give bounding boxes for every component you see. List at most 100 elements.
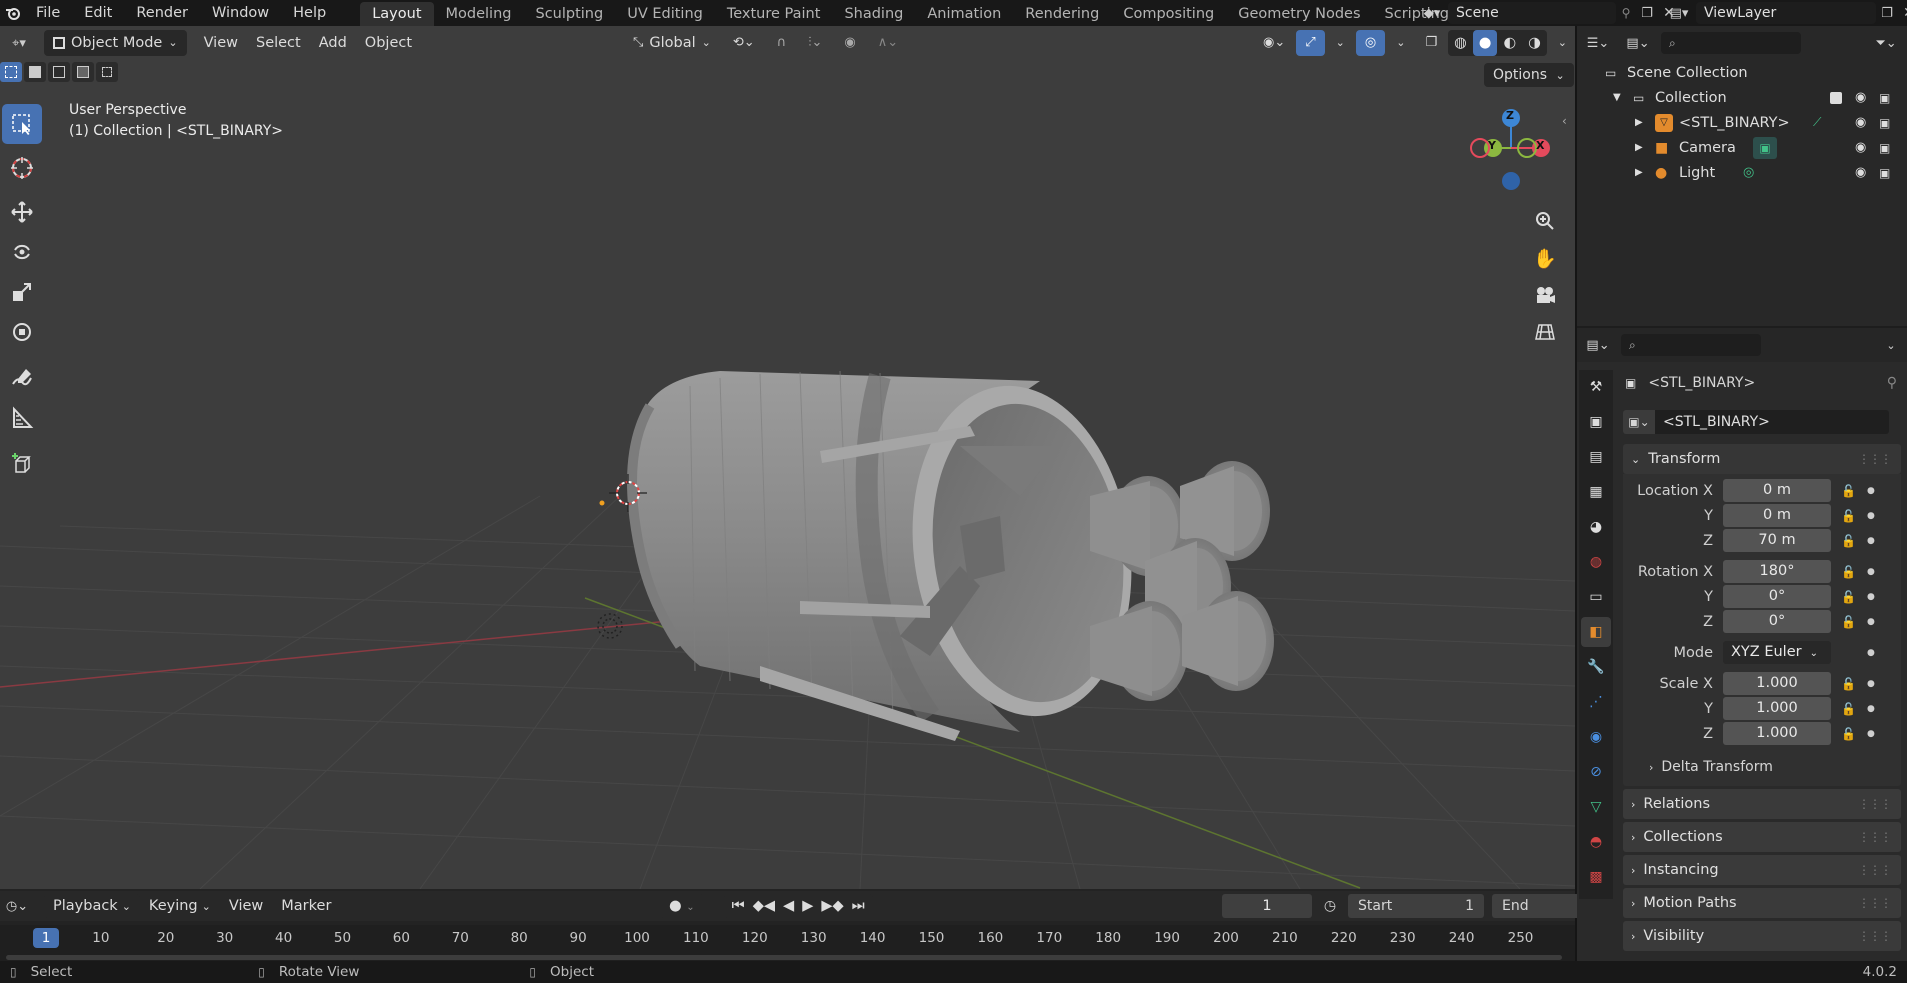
move-tool-icon[interactable] xyxy=(2,192,42,232)
scale-y-field[interactable]: 1.000 xyxy=(1723,697,1831,720)
options-dropdown[interactable]: Options ⌄ xyxy=(1484,63,1574,87)
pin-icon[interactable]: ⚲ xyxy=(1887,375,1897,391)
object-tab-icon[interactable]: ◧ xyxy=(1581,617,1611,647)
jump-start-icon[interactable]: ⏮ xyxy=(728,894,749,918)
menu-edit[interactable]: Edit xyxy=(72,0,124,26)
visibility-section-header[interactable]: › Visibility ⋮⋮⋮ xyxy=(1623,921,1901,951)
delete-view-layer-icon[interactable]: ✕ xyxy=(1898,5,1907,21)
render-camera-icon[interactable]: ▣ xyxy=(1879,91,1890,105)
select-new-icon[interactable] xyxy=(0,62,22,82)
menu-file[interactable]: File xyxy=(24,0,72,26)
tab-modeling[interactable]: Modeling xyxy=(434,2,524,26)
menu-add[interactable]: Add xyxy=(310,30,356,56)
camera-view-icon[interactable] xyxy=(1530,280,1560,310)
object-name-field[interactable]: <STL_BINARY> xyxy=(1655,410,1889,434)
drag-handle-icon[interactable]: ⋮⋮⋮ xyxy=(1858,797,1892,811)
menu-select[interactable]: Select xyxy=(247,30,310,56)
transform-tool-icon[interactable] xyxy=(2,312,42,352)
mesh-data-icon[interactable]: ⟋ xyxy=(1813,115,1821,130)
scene-collection-row[interactable]: ▭ Scene Collection xyxy=(1577,60,1907,85)
scene-tab-icon[interactable]: ◕ xyxy=(1581,512,1611,542)
overlays-menu-icon[interactable]: ⌄ xyxy=(1387,30,1414,56)
exclude-checkbox[interactable] xyxy=(1830,91,1842,104)
zoom-view-icon[interactable] xyxy=(1530,206,1560,236)
rotation-z-field[interactable]: 0° xyxy=(1723,610,1831,633)
proportional-falloff-icon[interactable]: ∧⌄ xyxy=(869,30,907,56)
lock-icon[interactable]: 🔓 xyxy=(1841,702,1859,716)
particles-tab-icon[interactable]: ⋰ xyxy=(1581,687,1611,717)
rotation-mode-dropdown[interactable]: XYZ Euler ⌄ xyxy=(1723,641,1831,664)
timeline-view-menu[interactable]: View xyxy=(220,893,272,919)
timeline-editor-type-icon[interactable]: ◷⌄ xyxy=(0,899,34,914)
tab-texture-paint[interactable]: Texture Paint xyxy=(715,2,833,26)
physics-tab-icon[interactable]: ◉ xyxy=(1581,722,1611,752)
pivot-point-icon[interactable]: ⟲⌄ xyxy=(724,30,764,56)
rotation-x-field[interactable]: 180° xyxy=(1723,560,1831,583)
menu-view[interactable]: View xyxy=(195,30,247,56)
shading-options-icon[interactable]: ⌄ xyxy=(1549,30,1575,56)
scale-tool-icon[interactable] xyxy=(2,272,42,312)
wireframe-shading-icon[interactable]: ◍ xyxy=(1448,30,1473,56)
menu-help[interactable]: Help xyxy=(281,0,338,26)
instancing-section-header[interactable]: › Instancing ⋮⋮⋮ xyxy=(1623,855,1901,885)
use-preview-range-icon[interactable]: ◷ xyxy=(1320,898,1340,914)
drag-handle-icon[interactable]: ⋮⋮⋮ xyxy=(1858,896,1892,910)
editor-type-icon[interactable]: ⌖▾ xyxy=(2,30,36,56)
gizmo-menu-icon[interactable]: ⌄ xyxy=(1327,30,1354,56)
viewport-scene[interactable] xyxy=(0,26,1575,889)
properties-options-icon[interactable]: ⌄ xyxy=(1879,339,1903,352)
scene-name-field[interactable]: Scene xyxy=(1448,2,1616,24)
view-layer-selector-icon[interactable]: ▤▾ xyxy=(1662,2,1696,24)
tab-geometry-nodes[interactable]: Geometry Nodes xyxy=(1226,2,1372,26)
timeline-scrollbar[interactable] xyxy=(6,955,1562,960)
output-tab-icon[interactable]: ▤ xyxy=(1581,442,1611,472)
annotate-tool-icon[interactable] xyxy=(2,358,42,398)
outliner-object-row[interactable]: ▶ ▽ <STL_BINARY> ⟋ ◉ ▣ xyxy=(1577,110,1907,135)
keyframe-dot-icon[interactable]: ● xyxy=(1867,567,1877,577)
expand-arrow-icon[interactable]: ▶ xyxy=(1635,167,1649,178)
hide-eye-icon[interactable]: ◉ xyxy=(1855,140,1866,155)
rotate-tool-icon[interactable] xyxy=(2,232,42,272)
lock-icon[interactable]: 🔓 xyxy=(1841,509,1859,523)
jump-end-icon[interactable]: ⏭ xyxy=(848,894,869,918)
expand-arrow-icon[interactable]: ▶ xyxy=(1635,117,1649,128)
pin-icon[interactable]: ⚲ xyxy=(1616,6,1636,20)
tab-rendering[interactable]: Rendering xyxy=(1013,2,1111,26)
select-subtract-icon[interactable] xyxy=(48,62,70,82)
keyframe-dot-icon[interactable]: ● xyxy=(1867,679,1877,689)
snap-settings-icon[interactable]: ⫶⌄ xyxy=(799,30,831,56)
drag-handle-icon[interactable]: ⋮⋮⋮ xyxy=(1858,863,1892,877)
prev-keyframe-icon[interactable]: ◆◀ xyxy=(749,894,779,918)
play-icon[interactable]: ▶ xyxy=(798,894,817,918)
render-camera-icon[interactable]: ▣ xyxy=(1879,166,1890,180)
scale-z-field[interactable]: 1.000 xyxy=(1723,722,1831,745)
object-browse-icon[interactable]: ▣⌄ xyxy=(1623,410,1655,434)
rotation-y-field[interactable]: 0° xyxy=(1723,585,1831,608)
keyframe-dot-icon[interactable]: ● xyxy=(1867,536,1877,546)
keyframe-dot-icon[interactable]: ● xyxy=(1867,486,1877,496)
texture-tab-icon[interactable]: ▩ xyxy=(1581,862,1611,892)
render-camera-icon[interactable]: ▣ xyxy=(1879,116,1890,130)
menu-object[interactable]: Object xyxy=(356,30,421,56)
transform-orientation-dropdown[interactable]: ⤡ Global ⌄ xyxy=(624,30,720,56)
select-box-tool-icon[interactable] xyxy=(2,104,42,144)
keyframe-dot-icon[interactable]: ● xyxy=(1867,648,1877,658)
menu-render[interactable]: Render xyxy=(124,0,200,26)
expand-arrow-icon[interactable]: ▼ xyxy=(1613,92,1627,103)
light-data-icon[interactable]: ◎ xyxy=(1743,165,1754,180)
filter-icon[interactable]: ⏷⌄ xyxy=(1869,36,1903,51)
data-tab-icon[interactable]: ▽ xyxy=(1581,792,1611,822)
keyframe-dot-icon[interactable]: ● xyxy=(1867,704,1877,714)
measure-tool-icon[interactable] xyxy=(2,398,42,438)
constraints-tab-icon[interactable]: ⊘ xyxy=(1581,757,1611,787)
playback-menu[interactable]: Playback ⌄ xyxy=(44,894,140,918)
keyframe-dot-icon[interactable]: ● xyxy=(1867,617,1877,627)
playhead[interactable]: 1 xyxy=(33,928,59,948)
lock-icon[interactable]: 🔓 xyxy=(1841,677,1859,691)
lock-icon[interactable]: 🔓 xyxy=(1841,590,1859,604)
collections-section-header[interactable]: › Collections ⋮⋮⋮ xyxy=(1623,822,1901,852)
material-shading-icon[interactable]: ◐ xyxy=(1497,30,1522,56)
properties-editor-type-icon[interactable]: ▤⌄ xyxy=(1581,338,1615,353)
delta-transform-row[interactable]: › Delta Transform xyxy=(1623,752,1901,782)
menu-window[interactable]: Window xyxy=(200,0,281,26)
